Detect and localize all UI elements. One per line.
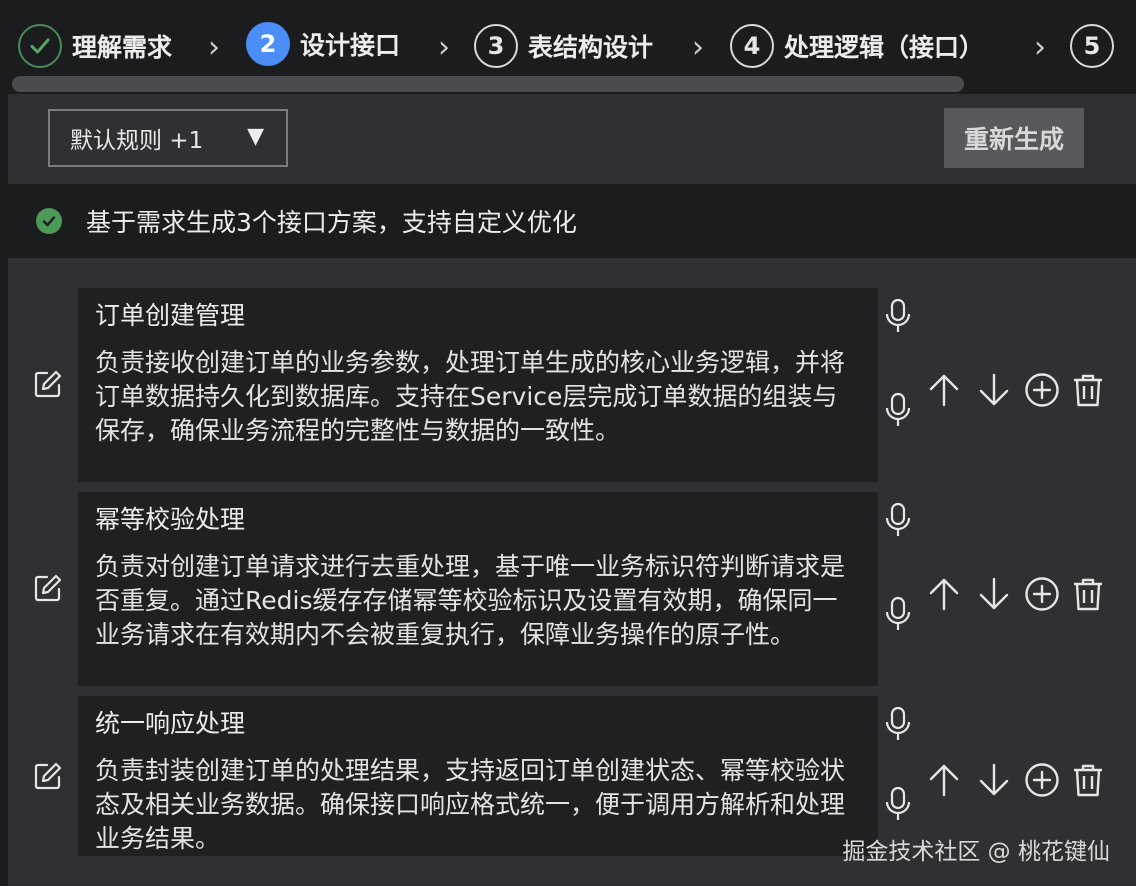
edit-icon[interactable] <box>32 572 64 604</box>
microphone-icon[interactable] <box>884 596 912 632</box>
interface-card-title: 幂等校验处理 <box>95 505 246 534</box>
status-message: 基于需求生成3个接口方案，支持自定义优化 <box>86 208 577 237</box>
microphone-icon[interactable] <box>884 706 912 742</box>
chevron-right-icon: › <box>1034 30 1046 65</box>
step-3-label: 表结构设计 <box>528 33 654 62</box>
horizontal-scrollbar[interactable] <box>12 76 964 92</box>
interface-card-description: 负责封装创建订单的处理结果，支持返回订单创建状态、幂等校验状态及相关业务数据。确… <box>95 756 846 853</box>
arrow-down-icon[interactable] <box>976 762 1012 798</box>
interface-card[interactable]: 订单创建管理 负责接收创建订单的业务参数，处理订单生成的核心业务逻辑，并将订单数… <box>78 288 878 482</box>
trash-icon[interactable] <box>1070 762 1106 798</box>
interface-card-description: 负责接收创建订单的业务参数，处理订单生成的核心业务逻辑，并将订单数据持久化到数据… <box>95 348 846 445</box>
step-5[interactable]: 5 <box>1070 22 1114 70</box>
regenerate-button[interactable]: 重新生成 <box>944 108 1084 168</box>
rule-select-value: 默认规则 +1 <box>70 128 204 154</box>
microphone-icon[interactable] <box>884 502 912 538</box>
step-1-check-icon <box>18 24 62 68</box>
add-circle-icon[interactable] <box>1024 576 1060 612</box>
microphone-icon[interactable] <box>884 298 912 334</box>
interface-card[interactable]: 幂等校验处理 负责对创建订单请求进行去重处理，基于唯一业务标识符判断请求是否重复… <box>78 492 878 686</box>
status-bar: 基于需求生成3个接口方案，支持自定义优化 <box>8 184 1136 258</box>
interface-card-description: 负责对创建订单请求进行去重处理，基于唯一业务标识符判断请求是否重复。通过Redi… <box>95 552 846 649</box>
arrow-up-icon[interactable] <box>926 762 962 798</box>
arrow-down-icon[interactable] <box>976 372 1012 408</box>
trash-icon[interactable] <box>1070 576 1106 612</box>
chevron-right-icon: › <box>438 30 450 65</box>
microphone-icon[interactable] <box>884 392 912 428</box>
interface-card-title: 订单创建管理 <box>95 301 246 330</box>
add-circle-icon[interactable] <box>1024 762 1060 798</box>
arrow-down-icon[interactable] <box>976 576 1012 612</box>
step-1-label: 理解需求 <box>72 33 173 62</box>
success-check-icon <box>36 208 62 234</box>
chevron-right-icon: › <box>692 30 704 65</box>
interface-card[interactable]: 统一响应处理 负责封装创建订单的处理结果，支持返回订单创建状态、幂等校验状态及相… <box>78 696 878 856</box>
step-4-label: 处理逻辑（接口） <box>784 33 985 62</box>
step-4-number: 4 <box>730 24 774 68</box>
rule-select[interactable]: 默认规则 +1 ▼ <box>48 109 288 167</box>
dropdown-arrow-icon: ▼ <box>247 124 264 149</box>
interface-card-title: 统一响应处理 <box>95 709 246 738</box>
arrow-up-icon[interactable] <box>926 372 962 408</box>
arrow-up-icon[interactable] <box>926 576 962 612</box>
trash-icon[interactable] <box>1070 372 1106 408</box>
stepper: 理解需求 › 2 设计接口 › 3 表结构设计 › 4 处理逻辑（接口） › 5 <box>0 0 1136 94</box>
step-3[interactable]: 3 表结构设计 <box>474 22 653 70</box>
watermark: 掘金技术社区 @ 桃花键仙 <box>842 839 1110 865</box>
step-5-number: 5 <box>1070 24 1114 68</box>
edit-icon[interactable] <box>32 760 64 792</box>
step-2-number: 2 <box>246 22 290 66</box>
add-circle-icon[interactable] <box>1024 372 1060 408</box>
step-3-number: 3 <box>474 24 518 68</box>
step-2[interactable]: 2 设计接口 <box>246 20 400 68</box>
chevron-right-icon: › <box>208 30 220 65</box>
microphone-icon[interactable] <box>884 786 912 822</box>
edit-icon[interactable] <box>32 368 64 400</box>
step-2-label: 设计接口 <box>300 31 401 60</box>
step-4[interactable]: 4 处理逻辑（接口） <box>730 22 984 70</box>
step-1[interactable]: 理解需求 <box>18 22 172 70</box>
